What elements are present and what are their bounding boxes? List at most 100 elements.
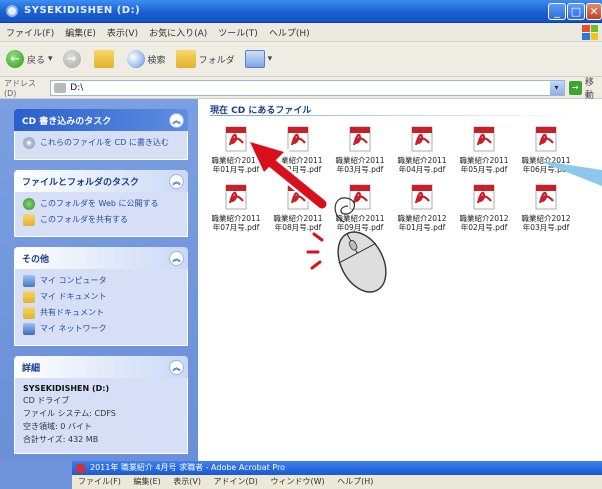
address-input[interactable]: D:\ ▾ — [50, 79, 565, 96]
back-arrow-icon: ← — [6, 50, 24, 68]
details-panel: 詳細 ︽ SYSEKIDISHEN (D:) CD ドライブ ファイル システム… — [14, 356, 188, 454]
chevron-down-icon[interactable]: ▾ — [549, 80, 564, 95]
acrobat-title: 2011年 職業紹介 4月号 求職者 - Adobe Acrobat Pro — [90, 463, 285, 472]
search-button[interactable]: 検索 — [126, 50, 166, 68]
go-button[interactable]: 移動 — [585, 75, 602, 101]
file-item[interactable]: 職業紹介2011年01月号.pdf — [208, 125, 264, 174]
menu-view[interactable]: 表示(V) — [107, 26, 138, 39]
file-item[interactable]: 職業紹介2011年06月号.pdf — [518, 125, 574, 174]
file-item[interactable]: 職業紹介2012年01月号.pdf — [394, 183, 450, 232]
details-body: SYSEKIDISHEN (D:) CD ドライブ ファイル システム: CDF… — [14, 378, 188, 454]
menu-bar: ファイル(F) 編集(E) 表示(V) お気に入り(A) ツール(T) ヘルプ(… — [0, 23, 602, 42]
details-filesystem: ファイル システム: CDFS — [23, 409, 116, 418]
details-total-size: 合計サイズ: 432 MB — [23, 435, 99, 444]
up-folder-icon — [93, 50, 114, 68]
toolbar: ← 戻る ▾ → 検索 フォルダ ▾ — [0, 42, 602, 77]
file-tasks-header[interactable]: ファイルとフォルダのタスク ︽ — [14, 170, 188, 192]
file-tasks-panel: ファイルとフォルダのタスク ︽ このフォルダを Web に公開する このフォルダ… — [14, 170, 188, 237]
forward-button[interactable]: → — [62, 50, 84, 68]
file-tasks-body: このフォルダを Web に公開する このフォルダを共有する — [14, 192, 188, 237]
dropdown-arrow-icon: ▾ — [48, 54, 53, 64]
collapse-icon[interactable]: ︽ — [169, 359, 184, 375]
globe-icon — [23, 198, 35, 210]
other-places-body: マイ コンピュータ マイ ドキュメント 共有ドキュメント マイ ネットワーク — [14, 269, 188, 346]
pdf-file-icon — [287, 184, 309, 210]
cd-tasks-body: これらのファイルを CD に書き込む — [14, 131, 188, 160]
acrobat-menu-addins[interactable]: アドイン(D) — [214, 477, 258, 486]
acrobat-menu-window[interactable]: ウィンドウ(W) — [270, 477, 324, 486]
maximize-button[interactable]: □ — [567, 3, 585, 20]
file-item[interactable]: 職業紹介2012年03月号.pdf — [518, 183, 574, 232]
search-icon — [126, 50, 145, 68]
pdf-file-icon — [349, 184, 371, 210]
file-item[interactable]: 職業紹介2011年07月号.pdf — [208, 183, 264, 232]
computer-icon — [23, 275, 35, 287]
share-folder-link[interactable]: このフォルダを共有する — [23, 214, 179, 226]
views-icon — [244, 50, 265, 68]
shared-folder-icon — [23, 214, 35, 226]
pdf-file-icon — [411, 126, 433, 152]
my-computer-link[interactable]: マイ コンピュータ — [23, 275, 179, 287]
up-folder-button[interactable] — [93, 50, 117, 68]
details-type: CD ドライブ — [23, 396, 70, 405]
documents-folder-icon — [23, 291, 35, 303]
menu-file[interactable]: ファイル(F) — [6, 26, 54, 39]
acrobat-menu-help[interactable]: ヘルプ(H) — [337, 477, 373, 486]
windows-logo-icon — [582, 25, 598, 40]
details-name: SYSEKIDISHEN (D:) — [23, 384, 110, 393]
group-divider — [210, 115, 570, 116]
folders-button[interactable]: フォルダ — [175, 50, 235, 68]
acrobat-menu-file[interactable]: ファイル(F) — [78, 477, 121, 486]
my-documents-link[interactable]: マイ ドキュメント — [23, 291, 179, 303]
publish-web-link[interactable]: このフォルダを Web に公開する — [23, 198, 179, 210]
acrobat-menu-view[interactable]: 表示(V) — [173, 477, 201, 486]
cd-burn-icon — [23, 137, 35, 149]
task-pane: CD 書き込みのタスク ︽ これらのファイルを CD に書き込む ファイルとフォ… — [0, 99, 198, 461]
acrobat-title-bar: 2011年 職業紹介 4月号 求職者 - Adobe Acrobat Pro — [72, 461, 602, 475]
menu-tools[interactable]: ツール(T) — [218, 26, 258, 39]
my-network-link[interactable]: マイ ネットワーク — [23, 323, 179, 335]
collapse-icon[interactable]: ︽ — [169, 250, 184, 266]
menu-edit[interactable]: 編集(E) — [65, 26, 96, 39]
dropdown-arrow-icon: ▾ — [267, 54, 273, 64]
file-item[interactable]: 職業紹介2011年05月号.pdf — [456, 125, 512, 174]
pdf-file-icon — [473, 184, 495, 210]
file-item[interactable]: 職業紹介2011年02月号.pdf — [270, 125, 326, 174]
other-places-header[interactable]: その他 ︽ — [14, 247, 188, 269]
file-item[interactable]: 職業紹介2011年08月号.pdf — [270, 183, 326, 232]
pdf-file-icon — [349, 126, 371, 152]
address-value: D:\ — [70, 82, 84, 93]
file-item[interactable]: 職業紹介2011年09月号.pdf — [332, 183, 388, 232]
collapse-icon[interactable]: ︽ — [169, 112, 184, 128]
close-button[interactable]: ✕ — [586, 3, 602, 20]
file-item[interactable]: 職業紹介2012年02月号.pdf — [456, 183, 512, 232]
window-title: SYSEKIDISHEN (D:) — [24, 5, 141, 16]
acrobat-icon — [76, 464, 85, 473]
pdf-file-icon — [535, 184, 557, 210]
pdf-file-icon — [535, 126, 557, 152]
pdf-file-icon — [225, 184, 247, 210]
address-label: アドレス(D) — [4, 78, 36, 98]
network-icon — [23, 323, 35, 335]
cd-tasks-header[interactable]: CD 書き込みのタスク ︽ — [14, 109, 188, 131]
other-places-panel: その他 ︽ マイ コンピュータ マイ ドキュメント 共有ドキュメント マイ ネッ… — [14, 247, 188, 346]
go-arrow-icon[interactable]: → — [568, 80, 582, 95]
task-pane-bottom — [0, 461, 72, 489]
acrobat-menu-bar: ファイル(F) 編集(E) 表示(V) アドイン(D) ウィンドウ(W) ヘルプ… — [72, 475, 602, 489]
back-button[interactable]: ← 戻る ▾ — [6, 50, 53, 68]
file-item[interactable]: 職業紹介2011年04月号.pdf — [394, 125, 450, 174]
menu-help[interactable]: ヘルプ(H) — [269, 26, 310, 39]
file-view: 現在 CD にあるファイル 職業紹介2011年01月号.pdf 職業紹介2011… — [198, 99, 602, 461]
cd-tasks-panel: CD 書き込みのタスク ︽ これらのファイルを CD に書き込む — [14, 109, 188, 160]
collapse-icon[interactable]: ︽ — [169, 173, 184, 189]
forward-arrow-icon: → — [62, 50, 81, 68]
cd-drive-icon — [6, 5, 18, 17]
minimize-button[interactable]: _ — [548, 3, 566, 20]
file-item[interactable]: 職業紹介2011年03月号.pdf — [332, 125, 388, 174]
details-header[interactable]: 詳細 ︽ — [14, 356, 188, 378]
menu-favorites[interactable]: お気に入り(A) — [149, 26, 207, 39]
shared-documents-link[interactable]: 共有ドキュメント — [23, 307, 179, 319]
views-button[interactable]: ▾ — [244, 50, 273, 68]
burn-to-cd-link[interactable]: これらのファイルを CD に書き込む — [23, 137, 179, 149]
acrobat-menu-edit[interactable]: 編集(E) — [133, 477, 160, 486]
